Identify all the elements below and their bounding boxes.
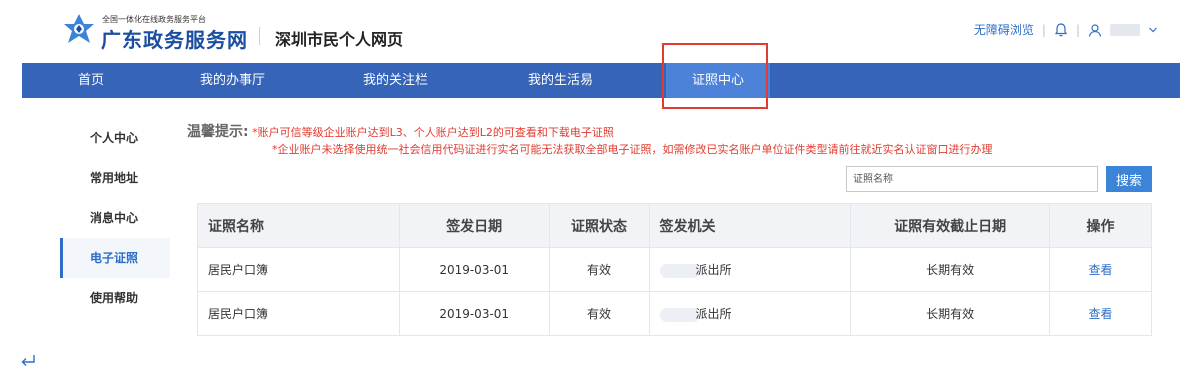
cell-action: 查看 <box>1049 247 1152 292</box>
view-link[interactable]: 查看 <box>1089 307 1113 321</box>
header-toolbar: 无障碍浏览 | | <box>974 21 1158 38</box>
separator: | <box>1041 22 1046 37</box>
column-header-action: 操作 <box>1049 203 1152 248</box>
column-header-status: 证照状态 <box>548 203 650 248</box>
table-row: 居民户口簿 2019-03-01 有效 派出所 长期有效 查看 <box>197 291 1152 336</box>
nav-item-certificate-center[interactable]: 证照中心 <box>666 63 770 98</box>
cell-name: 居民户口簿 <box>197 291 400 336</box>
column-header-name: 证照名称 <box>197 203 400 248</box>
main-nav: 首页 我的办事厅 我的关注栏 我的生活易 证照中心 <box>22 63 1180 98</box>
sidebar-item-personal-center[interactable]: 个人中心 <box>60 118 170 158</box>
column-header-expiry: 证照有效截止日期 <box>850 203 1051 248</box>
table-header-row: 证照名称 签发日期 证照状态 签发机关 证照有效截止日期 操作 <box>197 203 1152 248</box>
header: 全国一体化在线政务服务平台 广东政务服务网 深圳市民个人网页 无障碍浏览 | | <box>0 0 1180 60</box>
sidebar-item-common-address[interactable]: 常用地址 <box>60 158 170 198</box>
tips-title: 温馨提示: <box>187 124 249 140</box>
return-icon <box>21 355 35 366</box>
chevron-down-icon[interactable] <box>1148 25 1158 35</box>
logo-icon <box>64 14 94 43</box>
sidebar: 个人中心 常用地址 消息中心 电子证照 使用帮助 <box>60 118 170 318</box>
sidebar-item-e-certificate[interactable]: 电子证照 <box>60 238 170 278</box>
view-link[interactable]: 查看 <box>1089 263 1113 277</box>
tips-line-2: *企业账户未选择使用统一社会信用代码证进行实名可能无法获取全部电子证照，如需修改… <box>272 143 993 156</box>
cell-name: 居民户口簿 <box>197 247 400 292</box>
logo-divider <box>259 27 260 45</box>
logo-title[interactable]: 广东政务服务网 <box>101 24 248 53</box>
nav-item-my-followed[interactable]: 我的关注栏 <box>363 63 428 98</box>
accessibility-link[interactable]: 无障碍浏览 <box>974 21 1034 38</box>
city-title: 深圳市民个人网页 <box>275 30 404 49</box>
nav-item-home[interactable]: 首页 <box>78 63 104 98</box>
issuer-redacted <box>659 263 700 278</box>
tips-block: 温馨提示: *账户可信等级企业账户达到L3、个人账户达到L2的可查看和下载电子证… <box>187 124 614 141</box>
cell-issuer: 派出所 <box>648 291 852 336</box>
nav-item-my-service-hall[interactable]: 我的办事厅 <box>200 63 265 98</box>
certificate-table: 证照名称 签发日期 证照状态 签发机关 证照有效截止日期 操作 居民户口簿 20… <box>197 203 1152 336</box>
username-redacted[interactable] <box>1110 23 1140 36</box>
nav-item-my-life[interactable]: 我的生活易 <box>528 63 593 98</box>
bell-icon[interactable] <box>1054 22 1068 37</box>
cell-status: 有效 <box>548 247 650 292</box>
cell-issuer: 派出所 <box>648 247 852 292</box>
column-header-issue-date: 签发日期 <box>398 203 550 248</box>
cell-issue-date: 2019-03-01 <box>398 291 550 336</box>
cell-action: 查看 <box>1049 291 1152 336</box>
cell-expiry: 长期有效 <box>850 291 1051 336</box>
issuer-text: 派出所 <box>695 263 732 277</box>
sidebar-item-help[interactable]: 使用帮助 <box>60 278 170 318</box>
column-header-issuer: 签发机关 <box>648 203 852 248</box>
table-row: 居民户口簿 2019-03-01 有效 派出所 长期有效 查看 <box>197 247 1152 292</box>
user-icon[interactable] <box>1088 23 1102 37</box>
tips-line-1: *账户可信等级企业账户达到L3、个人账户达到L2的可查看和下载电子证照 <box>252 126 614 139</box>
search-input[interactable] <box>846 166 1098 192</box>
issuer-redacted <box>659 307 700 322</box>
cell-status: 有效 <box>548 291 650 336</box>
cell-expiry: 长期有效 <box>850 247 1051 292</box>
cell-issue-date: 2019-03-01 <box>398 247 550 292</box>
sidebar-item-message-center[interactable]: 消息中心 <box>60 198 170 238</box>
issuer-text: 派出所 <box>695 307 732 321</box>
separator: | <box>1075 22 1080 37</box>
search-button[interactable]: 搜索 <box>1106 166 1152 192</box>
